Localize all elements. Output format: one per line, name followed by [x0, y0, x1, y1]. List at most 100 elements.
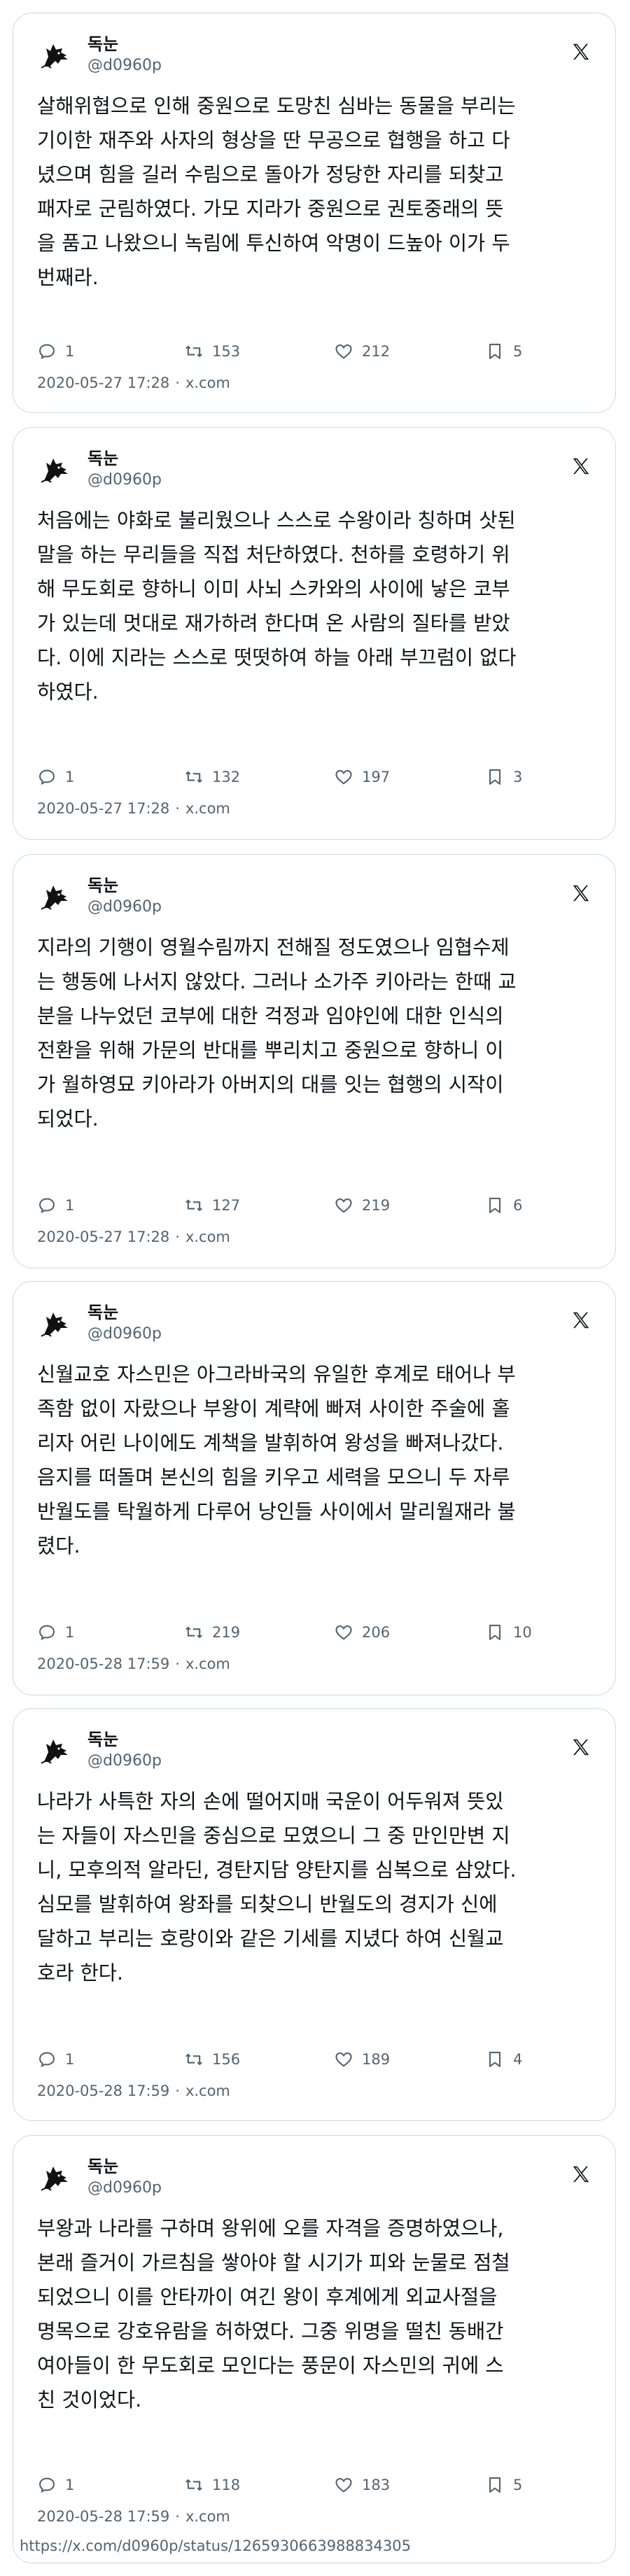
retweet-button[interactable]: 118	[184, 2473, 240, 2497]
bookmark-button[interactable]: 10	[485, 1620, 532, 1644]
x-logo-icon[interactable]	[570, 2164, 592, 2185]
retweet-button[interactable]: 132	[184, 765, 240, 789]
reply-icon	[39, 769, 55, 785]
reply-button[interactable]: 1	[37, 1620, 74, 1644]
permalink-url[interactable]: https://x.com/d0960p/status/126593066398…	[20, 2538, 411, 2554]
tweet-meta: 2020-05-27 17:28 · x.com	[37, 374, 230, 391]
retweet-button[interactable]: 156	[184, 2047, 240, 2071]
tweet-timestamp[interactable]: 2020-05-28 17:59	[37, 1656, 169, 1672]
tweet-source[interactable]: x.com	[186, 1656, 230, 1672]
heart-icon	[335, 769, 352, 785]
bookmark-button[interactable]: 5	[485, 340, 522, 363]
retweet-icon	[186, 1199, 202, 1212]
reply-button[interactable]: 1	[37, 1194, 74, 1217]
wolf-avatar-icon	[41, 1312, 68, 1337]
tweet-timestamp[interactable]: 2020-05-27 17:28	[37, 800, 169, 817]
retweet-icon	[186, 345, 202, 358]
like-count: 212	[362, 343, 391, 360]
tweet-feed: 독눈 @d0960p 살해위협으로 인해 중원으로 도망친 심바는 동물을 부리…	[0, 0, 630, 2576]
author-handle[interactable]: @d0960p	[88, 1751, 162, 1772]
tweet-text: 부왕과 나라를 구하며 왕위에 오를 자격을 증명하였으나, 본래 즐거이 가르…	[37, 2217, 510, 2412]
avatar[interactable]	[37, 1304, 75, 1342]
author-handle[interactable]: @d0960p	[88, 897, 162, 918]
reply-button[interactable]: 1	[37, 2473, 74, 2497]
wolf-avatar-icon	[41, 886, 68, 910]
bookmark-button[interactable]: 5	[485, 2473, 522, 2497]
author-name[interactable]: 독눈	[88, 1301, 162, 1324]
author-name[interactable]: 독눈	[88, 33, 162, 55]
tweet-timestamp[interactable]: 2020-05-27 17:28	[37, 374, 169, 391]
like-button[interactable]: 189	[334, 2047, 390, 2071]
tweet-meta: 2020-05-28 17:59 · x.com	[37, 2082, 230, 2099]
avatar[interactable]	[37, 36, 75, 74]
x-logo-icon[interactable]	[570, 456, 592, 477]
tweet-timestamp[interactable]: 2020-05-27 17:28	[37, 1228, 169, 1245]
retweet-count: 118	[212, 2477, 241, 2493]
reply-icon	[39, 1625, 55, 1641]
bookmark-button[interactable]: 4	[485, 2047, 522, 2071]
tweet-header: 독눈 @d0960p	[37, 446, 594, 491]
reply-icon	[39, 2477, 55, 2493]
bookmark-count: 10	[513, 1624, 532, 1641]
like-button[interactable]: 212	[334, 340, 390, 363]
heart-icon	[335, 2052, 352, 2067]
tweet-card[interactable]: 독눈 @d0960p 살해위협으로 인해 중원으로 도망친 심바는 동물을 부리…	[13, 13, 616, 413]
tweet-card[interactable]: 독눈 @d0960p 나라가 사특한 자의 손에 떨어지매 국운이 어두워져 뜻…	[13, 1708, 616, 2121]
author-handle[interactable]: @d0960p	[88, 470, 162, 491]
like-button[interactable]: 183	[334, 2473, 390, 2497]
tweet-card[interactable]: 독눈 @d0960p 처음에는 야화로 불리웠으나 스스로 수왕이라 칭하며 삿…	[13, 427, 616, 840]
tweet-source[interactable]: x.com	[186, 1228, 230, 1245]
bookmark-button[interactable]: 3	[485, 765, 522, 789]
tweet-meta: 2020-05-28 17:59 · x.com	[37, 1656, 230, 1672]
author-name[interactable]: 독눈	[88, 447, 162, 470]
author-handle[interactable]: @d0960p	[88, 2178, 162, 2199]
heart-icon	[335, 1198, 352, 1213]
retweet-button[interactable]: 219	[184, 1620, 240, 1644]
x-logo-icon[interactable]	[570, 1737, 592, 1758]
reply-button[interactable]: 1	[37, 340, 74, 363]
like-button[interactable]: 219	[334, 1194, 390, 1217]
reply-count: 1	[65, 2477, 75, 2493]
retweet-button[interactable]: 153	[184, 340, 240, 363]
tweet-source[interactable]: x.com	[186, 2082, 230, 2099]
avatar[interactable]	[37, 1731, 75, 1769]
avatar[interactable]	[37, 877, 75, 915]
like-count: 206	[362, 1624, 391, 1641]
tweet-meta: 2020-05-28 17:59 · x.com	[37, 2508, 230, 2525]
avatar[interactable]	[37, 2158, 75, 2196]
like-count: 183	[362, 2477, 391, 2493]
tweet-card[interactable]: 독눈 @d0960p 신월교호 자스민은 아그라바국의 유일한 후계로 태어나 …	[13, 1281, 616, 1695]
reply-button[interactable]: 1	[37, 765, 74, 789]
tweet-source[interactable]: x.com	[186, 800, 230, 817]
like-count: 219	[362, 1197, 391, 1214]
author-name[interactable]: 독눈	[88, 1728, 162, 1751]
tweet-timestamp[interactable]: 2020-05-28 17:59	[37, 2508, 169, 2525]
x-logo-icon[interactable]	[570, 883, 592, 904]
heart-icon	[335, 344, 352, 359]
tweet-timestamp[interactable]: 2020-05-28 17:59	[37, 2082, 169, 2099]
author-handle[interactable]: @d0960p	[88, 1324, 162, 1345]
reply-button[interactable]: 1	[37, 2047, 74, 2071]
author-name[interactable]: 독눈	[88, 874, 162, 897]
tweet-card[interactable]: 독눈 @d0960p 지라의 기행이 영월수림까지 전해질 정도였으나 임협수제…	[13, 854, 616, 1268]
reply-count: 1	[65, 343, 75, 360]
tweet-actions: 1 153 212 5	[37, 340, 569, 363]
tweet-source[interactable]: x.com	[186, 2508, 230, 2525]
retweet-button[interactable]: 127	[184, 1194, 240, 1217]
tweet-card[interactable]: 독눈 @d0960p 부왕과 나라를 구하며 왕위에 오를 자격을 증명하였으나…	[13, 2135, 616, 2563]
bookmark-button[interactable]: 6	[485, 1194, 522, 1217]
x-logo-icon[interactable]	[570, 1310, 592, 1331]
retweet-count: 156	[212, 2051, 241, 2068]
like-count: 197	[362, 769, 391, 785]
avatar[interactable]	[37, 450, 75, 488]
retweet-count: 153	[212, 343, 241, 360]
bookmark-count: 5	[513, 343, 523, 360]
like-button[interactable]: 206	[334, 1620, 390, 1644]
tweet-header: 독눈 @d0960p	[37, 1300, 594, 1345]
reply-count: 1	[65, 1624, 75, 1641]
tweet-source[interactable]: x.com	[186, 374, 230, 391]
author-handle[interactable]: @d0960p	[88, 55, 162, 76]
author-name[interactable]: 독눈	[88, 2155, 162, 2178]
like-button[interactable]: 197	[334, 765, 390, 789]
x-logo-icon[interactable]	[570, 41, 592, 62]
